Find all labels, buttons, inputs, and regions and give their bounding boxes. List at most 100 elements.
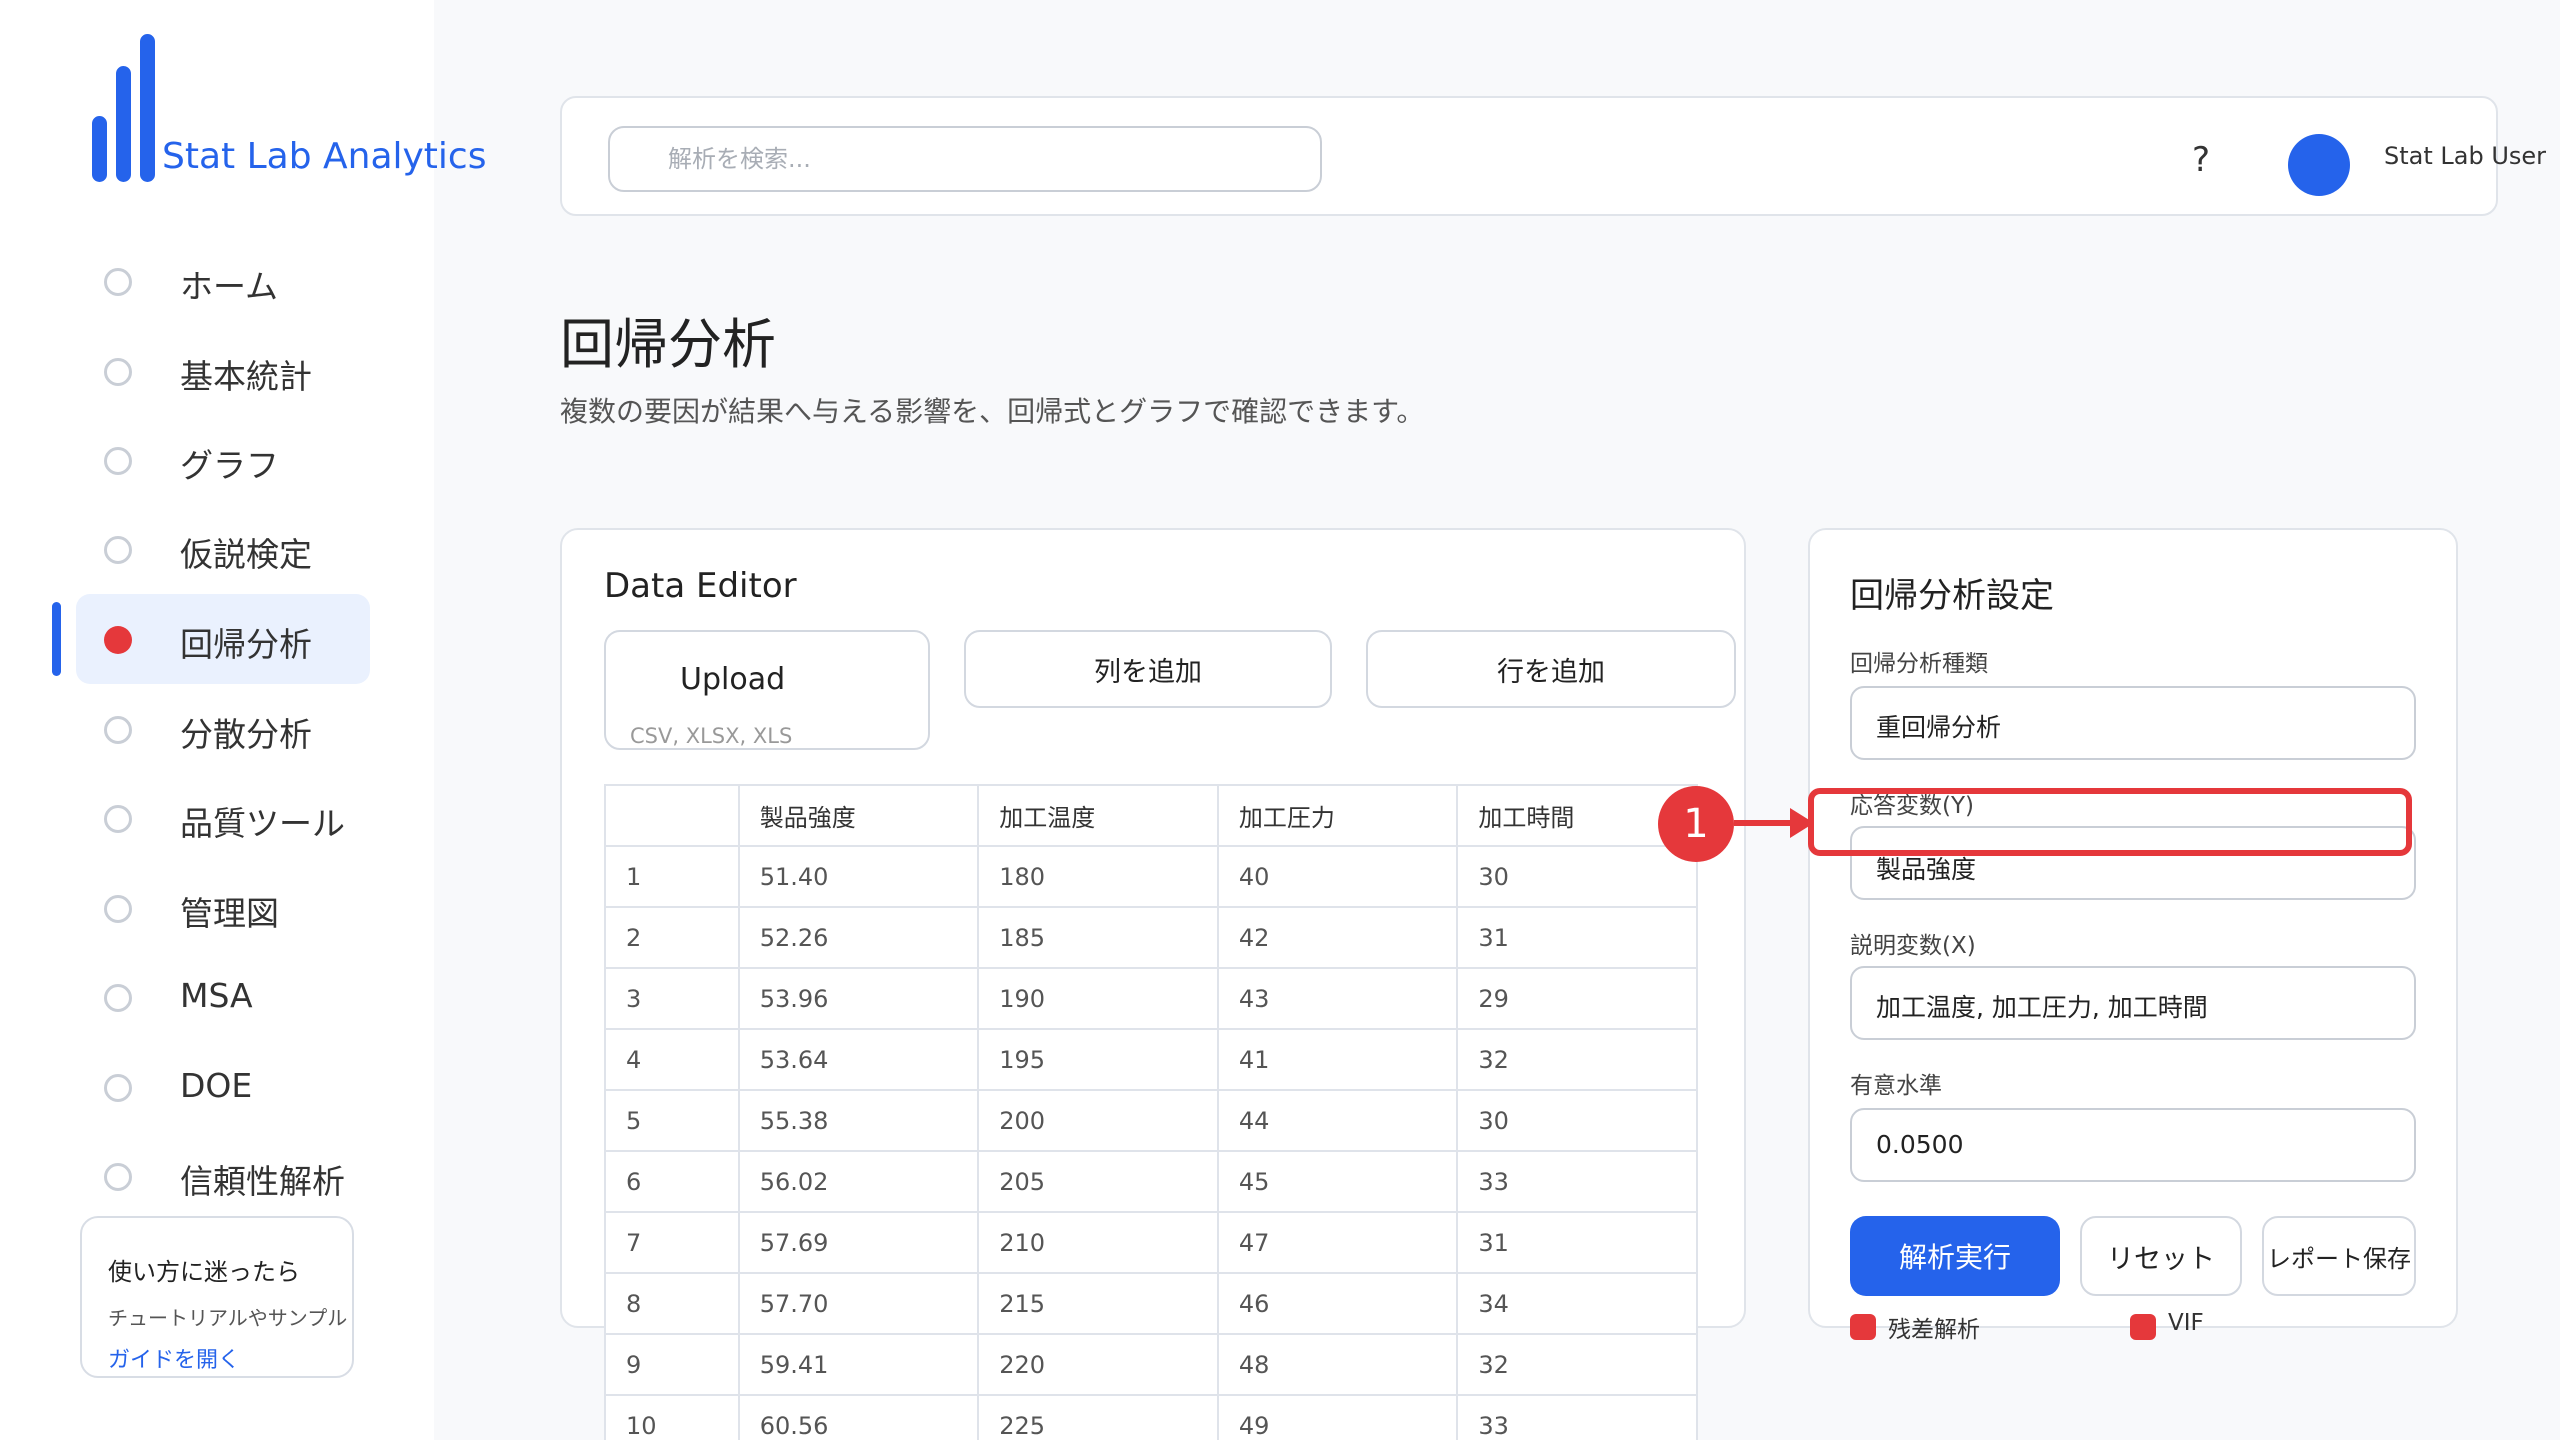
residual-analysis-checkbox[interactable] bbox=[1850, 1314, 1876, 1340]
regression-type-label: 回帰分析種類 bbox=[1850, 651, 1988, 677]
column-header[interactable]: 製品強度 bbox=[737, 784, 980, 847]
add-column-button[interactable]: 列を追加 bbox=[964, 630, 1332, 708]
search-input[interactable] bbox=[608, 126, 1322, 192]
settings-title: 回帰分析設定 bbox=[1850, 576, 2054, 616]
table-cell[interactable]: 43 bbox=[1216, 967, 1459, 1030]
table-cell[interactable]: 34 bbox=[1456, 1272, 1698, 1335]
sidebar-item-label: 品質ツール bbox=[180, 804, 345, 843]
avatar[interactable] bbox=[2288, 134, 2350, 196]
sidebar-item-control-chart[interactable]: 管理図 bbox=[76, 863, 370, 953]
sidebar-item-regression[interactable]: 回帰分析 bbox=[76, 594, 370, 684]
table-cell[interactable]: 60.56 bbox=[737, 1394, 980, 1440]
table-cell[interactable]: 57.69 bbox=[737, 1211, 980, 1274]
sidebar-item-msa[interactable]: MSA bbox=[76, 952, 370, 1042]
table-cell[interactable]: 29 bbox=[1456, 967, 1698, 1030]
table-cell[interactable]: 205 bbox=[977, 1150, 1219, 1213]
sidebar-item-basic-stats[interactable]: 基本統計 bbox=[76, 326, 370, 416]
table-cell[interactable]: 220 bbox=[977, 1333, 1219, 1396]
table-cell[interactable]: 215 bbox=[977, 1272, 1219, 1335]
sidebar-item-label: 仮説検定 bbox=[180, 535, 312, 574]
table-cell[interactable]: 55.38 bbox=[737, 1089, 980, 1152]
column-header[interactable]: 加工圧力 bbox=[1216, 784, 1459, 847]
add-row-button[interactable]: 行を追加 bbox=[1366, 630, 1736, 708]
help-box: 使い方に迷ったら チュートリアルやサンプル ガイドを開く bbox=[80, 1216, 354, 1378]
table-cell[interactable]: 57.70 bbox=[737, 1272, 980, 1335]
annotation-arrow-icon bbox=[1790, 808, 1814, 838]
run-analysis-button[interactable]: 解析実行 bbox=[1850, 1216, 2060, 1296]
significance-level-input[interactable]: 0.0500 bbox=[1850, 1108, 2416, 1182]
table-cell[interactable]: 56.02 bbox=[737, 1150, 980, 1213]
sidebar-item-anova[interactable]: 分散分析 bbox=[76, 684, 370, 774]
radio-icon bbox=[104, 716, 132, 744]
table-cell[interactable]: 185 bbox=[977, 906, 1219, 969]
significance-level-value: 0.0500 bbox=[1876, 1130, 1964, 1159]
table-row: 9 59.41 220 48 32 bbox=[604, 1333, 1698, 1396]
table-cell[interactable]: 47 bbox=[1216, 1211, 1459, 1274]
table-row: 5 55.38 200 44 30 bbox=[604, 1089, 1698, 1152]
table-cell[interactable]: 33 bbox=[1456, 1150, 1698, 1213]
table-cell[interactable]: 45 bbox=[1216, 1150, 1459, 1213]
predictor-variables-select[interactable]: 加工温度, 加工圧力, 加工時間 bbox=[1850, 966, 2416, 1040]
save-report-button[interactable]: レポート保存 bbox=[2262, 1216, 2416, 1296]
table-cell[interactable]: 200 bbox=[977, 1089, 1219, 1152]
table-cell[interactable]: 32 bbox=[1456, 1028, 1698, 1091]
residual-analysis-label: 残差解析 bbox=[1888, 1317, 1980, 1343]
annotation-marker: 1 bbox=[1658, 786, 1734, 862]
table-cell[interactable]: 180 bbox=[977, 845, 1219, 908]
radio-icon bbox=[104, 984, 132, 1012]
regression-type-select[interactable]: 重回帰分析 bbox=[1850, 686, 2416, 760]
data-editor-title: Data Editor bbox=[604, 566, 797, 606]
radio-icon bbox=[104, 805, 132, 833]
radio-icon bbox=[104, 1163, 132, 1191]
row-number: 3 bbox=[604, 967, 740, 1030]
table-cell[interactable]: 44 bbox=[1216, 1089, 1459, 1152]
table-row: 1 51.40 180 40 30 bbox=[604, 845, 1698, 908]
table-cell[interactable]: 31 bbox=[1456, 1211, 1698, 1274]
sidebar-item-label: 分散分析 bbox=[180, 715, 312, 754]
reset-button[interactable]: リセット bbox=[2080, 1216, 2242, 1296]
table-row: 8 57.70 215 46 34 bbox=[604, 1272, 1698, 1335]
table-cell[interactable]: 30 bbox=[1456, 1089, 1698, 1152]
table-cell[interactable]: 190 bbox=[977, 967, 1219, 1030]
table-cell[interactable]: 31 bbox=[1456, 906, 1698, 969]
table-cell[interactable]: 195 bbox=[977, 1028, 1219, 1091]
table-cell[interactable]: 46 bbox=[1216, 1272, 1459, 1335]
upload-button[interactable]: Upload CSV, XLSX, XLS bbox=[604, 630, 930, 750]
table-cell[interactable]: 42 bbox=[1216, 906, 1459, 969]
vif-checkbox[interactable] bbox=[2130, 1314, 2156, 1340]
help-title: 使い方に迷ったら bbox=[108, 1258, 300, 1286]
row-number: 5 bbox=[604, 1089, 740, 1152]
annotation-highlight-box bbox=[1808, 788, 2412, 856]
row-number: 10 bbox=[604, 1394, 740, 1440]
table-cell[interactable]: 32 bbox=[1456, 1333, 1698, 1396]
table-cell[interactable]: 53.96 bbox=[737, 967, 980, 1030]
table-cell[interactable]: 52.26 bbox=[737, 906, 980, 969]
data-table: 製品強度 加工温度 加工圧力 加工時間 1 51.40 180 40 30 2 52.26… bbox=[604, 784, 1698, 1440]
table-cell[interactable]: 41 bbox=[1216, 1028, 1459, 1091]
sidebar-item-quality-tools[interactable]: 品質ツール bbox=[76, 773, 370, 863]
table-cell[interactable]: 30 bbox=[1456, 845, 1698, 908]
table-cell[interactable]: 48 bbox=[1216, 1333, 1459, 1396]
table-cell[interactable]: 33 bbox=[1456, 1394, 1698, 1440]
guide-link[interactable]: ガイドを開く bbox=[108, 1342, 240, 1374]
sidebar-item-label: グラフ bbox=[180, 446, 279, 485]
table-cell[interactable]: 49 bbox=[1216, 1394, 1459, 1440]
sidebar-item-hypothesis-test[interactable]: 仮説検定 bbox=[76, 504, 370, 594]
sidebar-item-doe[interactable]: DOE bbox=[76, 1042, 370, 1132]
help-icon[interactable]: ? bbox=[2192, 140, 2210, 180]
table-cell[interactable]: 210 bbox=[977, 1211, 1219, 1274]
column-header[interactable]: 加工温度 bbox=[977, 784, 1219, 847]
sidebar-item-label: 回帰分析 bbox=[180, 625, 312, 664]
sidebar-item-reliability[interactable]: 信頼性解析 bbox=[76, 1131, 370, 1221]
table-cell[interactable]: 51.40 bbox=[737, 845, 980, 908]
table-cell[interactable]: 53.64 bbox=[737, 1028, 980, 1091]
sidebar-item-home[interactable]: ホーム bbox=[76, 236, 370, 326]
row-number: 1 bbox=[604, 845, 740, 908]
sidebar-item-label: 信頼性解析 bbox=[180, 1162, 345, 1201]
table-cell[interactable]: 40 bbox=[1216, 845, 1459, 908]
app-name: Stat Lab Analytics bbox=[162, 136, 487, 177]
table-cell[interactable]: 225 bbox=[977, 1394, 1219, 1440]
table-cell[interactable]: 59.41 bbox=[737, 1333, 980, 1396]
sidebar-item-graph[interactable]: グラフ bbox=[76, 415, 370, 505]
row-number: 2 bbox=[604, 906, 740, 969]
